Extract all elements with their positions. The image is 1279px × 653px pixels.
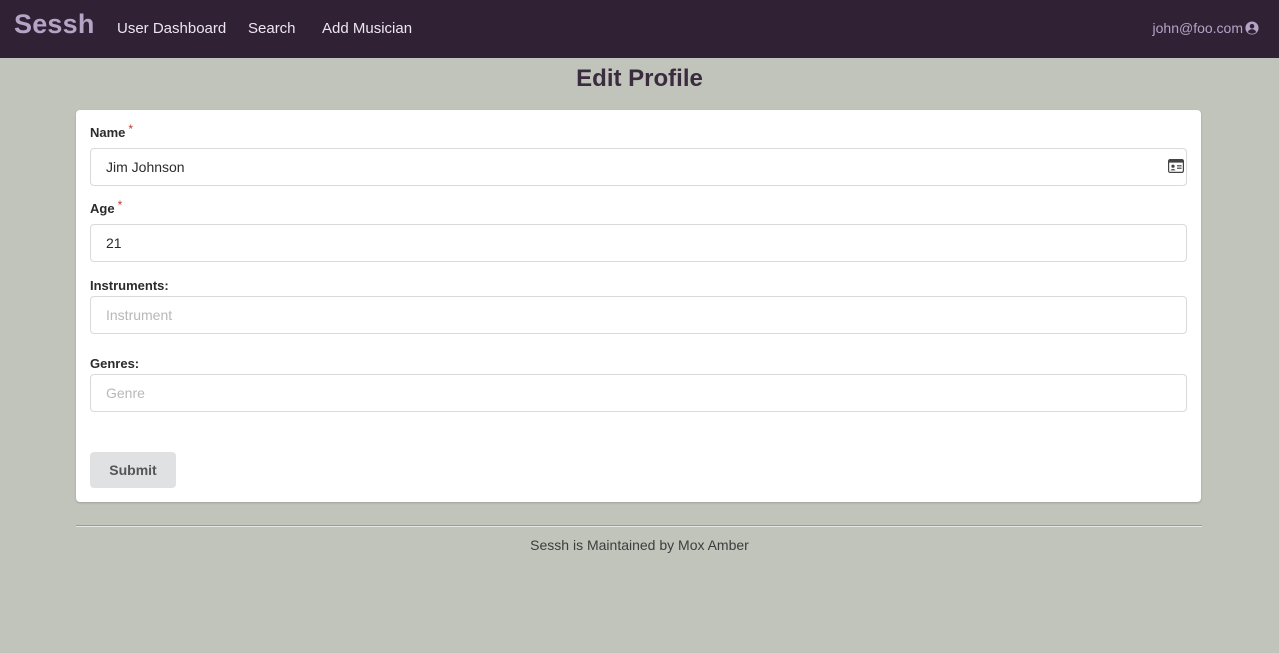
age-input[interactable]: 21 <box>90 224 1187 262</box>
id-card-icon <box>1168 159 1185 174</box>
age-value: 21 <box>106 235 122 251</box>
user-circle-icon <box>1245 21 1259 35</box>
age-label: Age * <box>90 198 123 216</box>
footer-divider <box>76 525 1202 527</box>
name-input[interactable]: Jim Johnson <box>90 148 1187 186</box>
top-navbar: Sessh User Dashboard Search Add Musician… <box>0 0 1279 58</box>
page-title: Edit Profile <box>576 65 703 92</box>
instrument-input[interactable]: Instrument <box>90 296 1187 334</box>
nav-add-musician[interactable]: Add Musician <box>322 20 412 37</box>
user-email: john@foo.com <box>1152 20 1243 36</box>
genres-label: Genres: <box>90 356 140 371</box>
footer-text: Sessh is Maintained by Mox Amber <box>530 537 749 553</box>
submit-button[interactable]: Submit <box>90 452 176 488</box>
instrument-placeholder: Instrument <box>106 307 173 323</box>
required-marker: * <box>128 122 134 136</box>
required-marker: * <box>117 198 123 212</box>
genre-input[interactable]: Genre <box>90 374 1187 412</box>
user-menu[interactable]: john@foo.com <box>1153 20 1259 36</box>
instruments-label: Instruments: <box>90 278 169 293</box>
name-label: Name * <box>90 122 134 140</box>
name-value: Jim Johnson <box>106 159 185 175</box>
nav-user-dashboard[interactable]: User Dashboard <box>117 20 226 37</box>
nav-search[interactable]: Search <box>248 20 296 37</box>
genre-placeholder: Genre <box>106 385 145 401</box>
brand-logo[interactable]: Sessh <box>14 9 95 40</box>
edit-profile-form: Name * Jim Johnson Age * 21 Instruments: I… <box>76 110 1201 502</box>
